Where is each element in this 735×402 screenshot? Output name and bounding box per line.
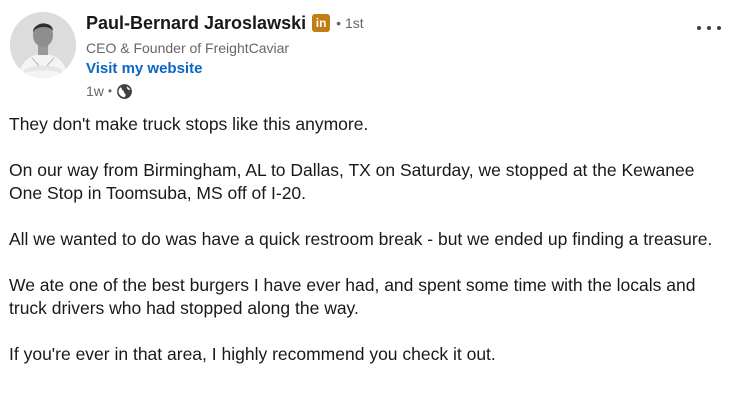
more-dot [717, 26, 721, 30]
visit-website-link[interactable]: Visit my website [86, 58, 686, 79]
more-dot [707, 26, 711, 30]
post-time: 1w [86, 83, 104, 99]
post-header: Paul-Bernard Jaroslawski in • 1st CEO & … [10, 10, 725, 102]
post-paragraph: If you're ever in that area, I highly re… [9, 344, 496, 364]
feed-post: Paul-Bernard Jaroslawski in • 1st CEO & … [0, 0, 735, 402]
separator-dot: • [336, 15, 342, 31]
more-dot [697, 26, 701, 30]
post-paragraph: On our way from Birmingham, AL to Dallas… [9, 160, 695, 203]
separator-dot: • [107, 84, 113, 98]
profile-photo-icon [10, 12, 76, 78]
post-body: They don't make truck stops like this an… [9, 113, 725, 389]
avatar[interactable] [10, 12, 76, 78]
post-paragraph: They don't make truck stops like this an… [9, 114, 369, 134]
author-meta: Paul-Bernard Jaroslawski in • 1st CEO & … [86, 10, 686, 101]
connection-degree: 1st [345, 15, 364, 31]
globe-icon [116, 83, 133, 100]
author-name[interactable]: Paul-Bernard Jaroslawski [86, 13, 306, 34]
post-paragraph: We ate one of the best burgers I have ev… [9, 275, 696, 318]
author-name-row: Paul-Bernard Jaroslawski in • 1st [86, 10, 686, 36]
more-options-icon[interactable] [697, 18, 721, 38]
author-headline: CEO & Founder of FreightCaviar [86, 40, 290, 56]
linkedin-premium-icon: in [312, 14, 331, 32]
post-timestamp-row: 1w • [86, 81, 686, 101]
post-paragraph: All we wanted to do was have a quick res… [9, 229, 713, 249]
